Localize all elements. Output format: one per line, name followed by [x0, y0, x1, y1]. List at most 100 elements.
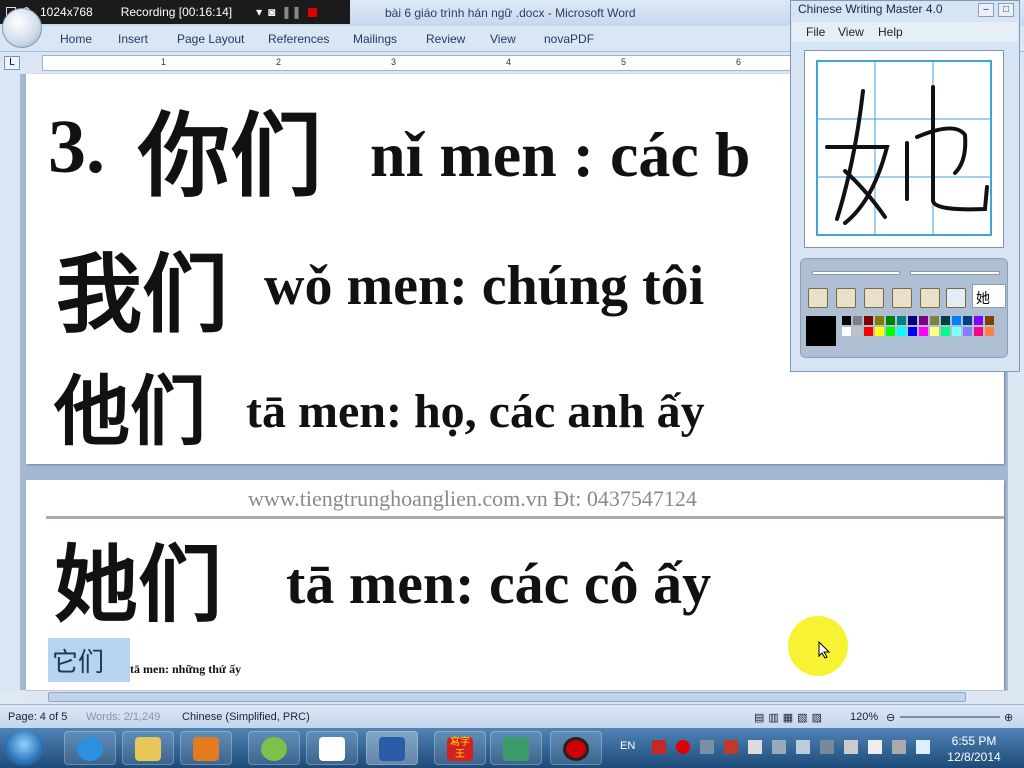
current-color-swatch[interactable] — [806, 316, 836, 346]
palette-color[interactable] — [886, 327, 895, 336]
taskbar-app[interactable] — [306, 731, 358, 765]
display-icon[interactable] — [844, 740, 858, 754]
play-icon[interactable] — [864, 288, 884, 308]
close-button[interactable]: □ — [998, 3, 1014, 17]
palette-color[interactable] — [941, 327, 950, 336]
undo-icon[interactable] — [808, 288, 828, 308]
menu-view[interactable]: View — [838, 25, 864, 39]
palette-color[interactable] — [853, 316, 862, 325]
network-icon[interactable] — [772, 740, 786, 754]
taskbar-writing-master[interactable]: 寫字王 — [434, 731, 486, 765]
palette-color[interactable] — [886, 316, 895, 325]
palette-color[interactable] — [930, 327, 939, 336]
palette-color[interactable] — [897, 316, 906, 325]
camera-icon[interactable]: ◙ — [268, 5, 275, 19]
stroke-width-slider[interactable] — [812, 271, 900, 275]
palette-color[interactable] — [919, 327, 928, 336]
speed-slider[interactable] — [910, 271, 1000, 275]
palette-color[interactable] — [974, 316, 983, 325]
palette-color[interactable] — [908, 316, 917, 325]
taskbar-explorer[interactable] — [122, 731, 174, 765]
bell-icon[interactable] — [700, 740, 714, 754]
palette-color[interactable] — [853, 327, 862, 336]
word-count[interactable]: Words: 2/1,249 — [86, 711, 160, 723]
taskbar-word[interactable] — [366, 731, 418, 765]
tab-insert[interactable]: Insert — [118, 32, 148, 46]
palette-color[interactable] — [919, 316, 928, 325]
palette-color[interactable] — [941, 316, 950, 325]
palette-color[interactable] — [842, 316, 851, 325]
monitor-icon[interactable] — [796, 740, 810, 754]
language-indicator[interactable]: Chinese (Simplified, PRC) — [182, 711, 310, 723]
palette-color[interactable] — [963, 327, 972, 336]
stop-icon[interactable] — [920, 288, 940, 308]
page-5[interactable]: www.tiengtrunghoanglien.com.vn Đt: 04375… — [26, 480, 1004, 690]
palette-color[interactable] — [875, 316, 884, 325]
pause-icon[interactable] — [892, 288, 912, 308]
palette-color[interactable] — [952, 327, 961, 336]
tab-page-layout[interactable]: Page Layout — [177, 32, 244, 46]
tab-review[interactable]: Review — [426, 32, 465, 46]
line3-hanzi: 他们 — [54, 367, 206, 456]
menu-help[interactable]: Help — [878, 25, 903, 39]
settings-icon[interactable] — [820, 740, 834, 754]
start-button[interactable] — [4, 730, 44, 766]
writing-master-icon: 寫字王 — [447, 737, 473, 761]
volume-icon[interactable] — [892, 740, 906, 754]
clock[interactable]: 6:55 PM 12/8/2014 — [942, 733, 1006, 765]
menu-file[interactable]: File — [806, 25, 825, 39]
palette-color[interactable] — [985, 316, 994, 325]
palette-color[interactable] — [842, 327, 851, 336]
palette-color[interactable] — [985, 327, 994, 336]
zoom-in-icon[interactable]: ⊕ — [1004, 711, 1013, 724]
palette-color[interactable] — [974, 327, 983, 336]
line1-number: 3. — [48, 105, 105, 189]
horizontal-scroll-thumb[interactable] — [48, 692, 966, 702]
zoom-level[interactable]: 120% — [850, 711, 878, 723]
magnifier-icon[interactable] — [946, 288, 966, 308]
palette-color[interactable] — [864, 327, 873, 336]
record-icon — [563, 737, 589, 761]
page-count[interactable]: Page: 4 of 5 — [8, 711, 67, 723]
pause-icon[interactable]: ❚❚ — [281, 5, 301, 19]
taskbar-media[interactable] — [180, 731, 232, 765]
taskbar-app2[interactable] — [490, 731, 542, 765]
palette-color[interactable] — [963, 316, 972, 325]
tab-references[interactable]: References — [268, 32, 329, 46]
language-bar[interactable]: EN — [620, 740, 635, 752]
brush-icon[interactable] — [836, 288, 856, 308]
view-buttons-icon[interactable]: ▤▥▦▧▨ — [754, 711, 826, 724]
tab-view[interactable]: View — [490, 32, 516, 46]
writing-canvas[interactable] — [804, 50, 1004, 248]
flag-icon[interactable] — [748, 740, 762, 754]
line1-hanzi: 你们 — [138, 102, 323, 210]
record-tray-icon[interactable] — [676, 740, 690, 754]
usb-icon[interactable] — [868, 740, 882, 754]
writing-master-title: Chinese Writing Master 4.0 — [798, 2, 943, 16]
office-button[interactable] — [2, 8, 42, 48]
input-method-icon[interactable] — [724, 740, 738, 754]
taskbar-recorder[interactable] — [550, 731, 602, 765]
chevron-down-icon[interactable]: ▾ — [256, 5, 262, 19]
taskbar-browser[interactable] — [248, 731, 300, 765]
tab-mailings[interactable]: Mailings — [353, 32, 397, 46]
minimize-button[interactable]: – — [978, 3, 994, 17]
tab-home[interactable]: Home — [60, 32, 92, 46]
tab-novapdf[interactable]: novaPDF — [544, 32, 594, 46]
zoom-out-icon[interactable]: ⊖ — [886, 711, 895, 724]
stop-icon[interactable] — [307, 7, 317, 17]
palette-color[interactable] — [864, 316, 873, 325]
palette-color[interactable] — [908, 327, 917, 336]
zoom-slider[interactable] — [900, 716, 1000, 718]
palette-color[interactable] — [875, 327, 884, 336]
palette-color[interactable] — [930, 316, 939, 325]
taskbar-ie[interactable] — [64, 731, 116, 765]
palette-color[interactable] — [897, 327, 906, 336]
battery-icon[interactable] — [916, 740, 930, 754]
horizontal-ruler[interactable]: 1 2 3 4 5 6 — [42, 55, 802, 71]
palette-color[interactable] — [952, 316, 961, 325]
tab-selector[interactable]: L — [4, 56, 20, 70]
shield-icon[interactable] — [652, 740, 666, 754]
recorder-status: Recording [00:16:14] — [120, 5, 233, 19]
character-input[interactable]: 她 — [972, 284, 1006, 308]
